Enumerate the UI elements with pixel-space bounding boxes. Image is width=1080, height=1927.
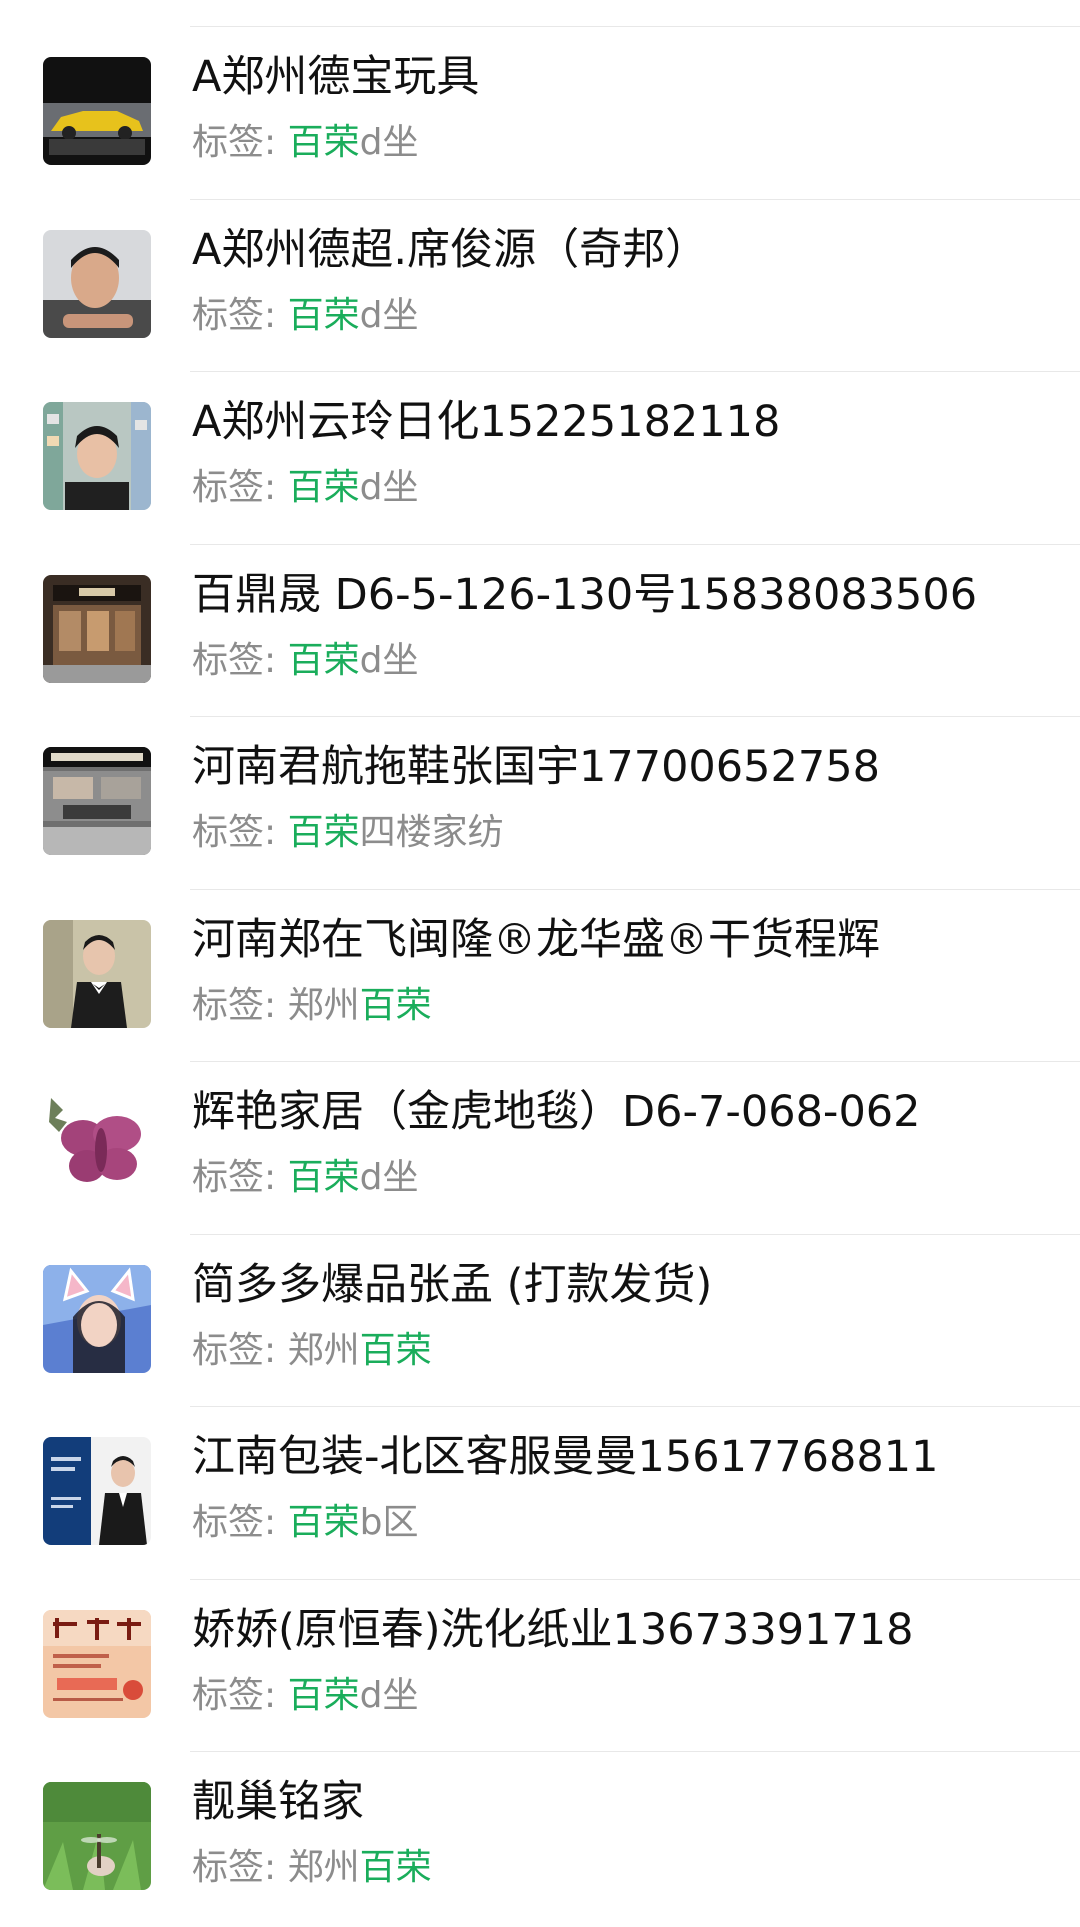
woman-in-shop-icon bbox=[43, 402, 151, 510]
contact-name: 娇娇(原恒春)洗化纸业13673391718 bbox=[192, 1604, 914, 1655]
contact-tag: 标签: 百荣d坐 bbox=[192, 1674, 419, 1716]
contact-item[interactable]: 百鼎晟 D6-5-126-130号15838083506 标签: 百荣d坐 bbox=[0, 545, 1080, 718]
avatar[interactable] bbox=[43, 574, 151, 683]
avatar[interactable] bbox=[43, 919, 151, 1028]
contact-tag: 标签: 郑州百荣 bbox=[192, 1329, 432, 1371]
contact-tag: 标签: 百荣d坐 bbox=[192, 1157, 419, 1198]
contact-name: A郑州云玲日化15225182118 bbox=[192, 397, 781, 447]
contact-item[interactable]: A郑州德宝玩具 标签: 百荣d坐 bbox=[0, 27, 1080, 200]
contact-tag: 标签: 百荣四楼家纺 bbox=[192, 812, 504, 853]
contact-item[interactable]: 河南君航拖鞋张国宇17700652758 标签: 百荣四楼家纺 bbox=[0, 717, 1080, 890]
contact-tag: 标签: 郑州百荣 bbox=[192, 984, 432, 1026]
avatar[interactable] bbox=[43, 57, 151, 165]
yellow-sports-car-icon bbox=[43, 57, 151, 165]
woman-cat-ears-icon bbox=[43, 1264, 151, 1373]
contact-tag: 标签: 百荣d坐 bbox=[192, 294, 419, 336]
avatar[interactable] bbox=[43, 229, 151, 338]
contact-name: 靓巢铭家 bbox=[192, 1777, 364, 1827]
contact-item[interactable]: A郑州云玲日化15225182118 标签: 百荣d坐 bbox=[0, 372, 1080, 545]
avatar[interactable] bbox=[43, 1092, 151, 1200]
contact-tag: 标签: 百荣d坐 bbox=[192, 122, 419, 163]
contact-tag: 标签: 百荣b区 bbox=[192, 1502, 419, 1543]
man-portrait-icon bbox=[43, 229, 151, 338]
contact-item[interactable]: 简多多爆品张孟 (打款发货) 标签: 郑州百荣 bbox=[0, 1235, 1080, 1408]
contact-item[interactable]: 靓巢铭家 标签: 郑州百荣 bbox=[0, 1752, 1080, 1925]
man-bowtie-icon bbox=[43, 919, 151, 1028]
contact-tag: 标签: 百荣d坐 bbox=[192, 467, 419, 508]
dragonfly-grass-icon bbox=[43, 1782, 151, 1890]
contact-name: 简多多爆品张孟 (打款发货) bbox=[192, 1259, 713, 1310]
avatar[interactable] bbox=[43, 747, 151, 855]
contact-name: 辉艳家居（金虎地毯）D6-7-068-062 bbox=[192, 1087, 921, 1137]
contact-item[interactable]: 辉艳家居（金虎地毯）D6-7-068-062 标签: 百荣d坐 bbox=[0, 1062, 1080, 1235]
avatar[interactable] bbox=[43, 1782, 151, 1890]
avatar[interactable] bbox=[43, 1437, 151, 1545]
contact-item[interactable]: A郑州德超.席俊源（奇邦） 标签: 百荣d坐 bbox=[0, 200, 1080, 373]
contact-name: 百鼎晟 D6-5-126-130号15838083506 bbox=[192, 569, 978, 620]
calligraphy-card-icon bbox=[43, 1609, 151, 1718]
contact-name: 河南君航拖鞋张国宇17700652758 bbox=[192, 742, 880, 792]
contact-tag: 标签: 郑州百荣 bbox=[192, 1847, 432, 1888]
business-card-icon bbox=[43, 1437, 151, 1545]
contact-name: 河南郑在飞闽隆®龙华盛®干货程辉 bbox=[192, 914, 880, 965]
contact-name: 江南包装-北区客服曼曼15617768811 bbox=[192, 1432, 939, 1482]
contact-item[interactable]: 娇娇(原恒春)洗化纸业13673391718 标签: 百荣d坐 bbox=[0, 1580, 1080, 1753]
shoe-store-icon bbox=[43, 747, 151, 855]
contact-name: A郑州德宝玩具 bbox=[192, 52, 480, 102]
avatar[interactable] bbox=[43, 1264, 151, 1373]
contact-item[interactable]: 河南郑在飞闽隆®龙华盛®干货程辉 标签: 郑州百荣 bbox=[0, 890, 1080, 1063]
avatar[interactable] bbox=[43, 402, 151, 510]
avatar[interactable] bbox=[43, 1609, 151, 1718]
butterfly-flower-icon bbox=[43, 1092, 151, 1200]
contact-list[interactable]: A郑州德宝玩具 标签: 百荣d坐 A郑州德超.席俊源（奇邦） 标签: 百荣d坐 bbox=[0, 27, 1080, 1925]
storefront-icon bbox=[43, 574, 151, 683]
contact-tag: 标签: 百荣d坐 bbox=[192, 639, 419, 681]
contact-item[interactable]: 江南包装-北区客服曼曼15617768811 标签: 百荣b区 bbox=[0, 1407, 1080, 1580]
contact-name: A郑州德超.席俊源（奇邦） bbox=[192, 224, 709, 275]
